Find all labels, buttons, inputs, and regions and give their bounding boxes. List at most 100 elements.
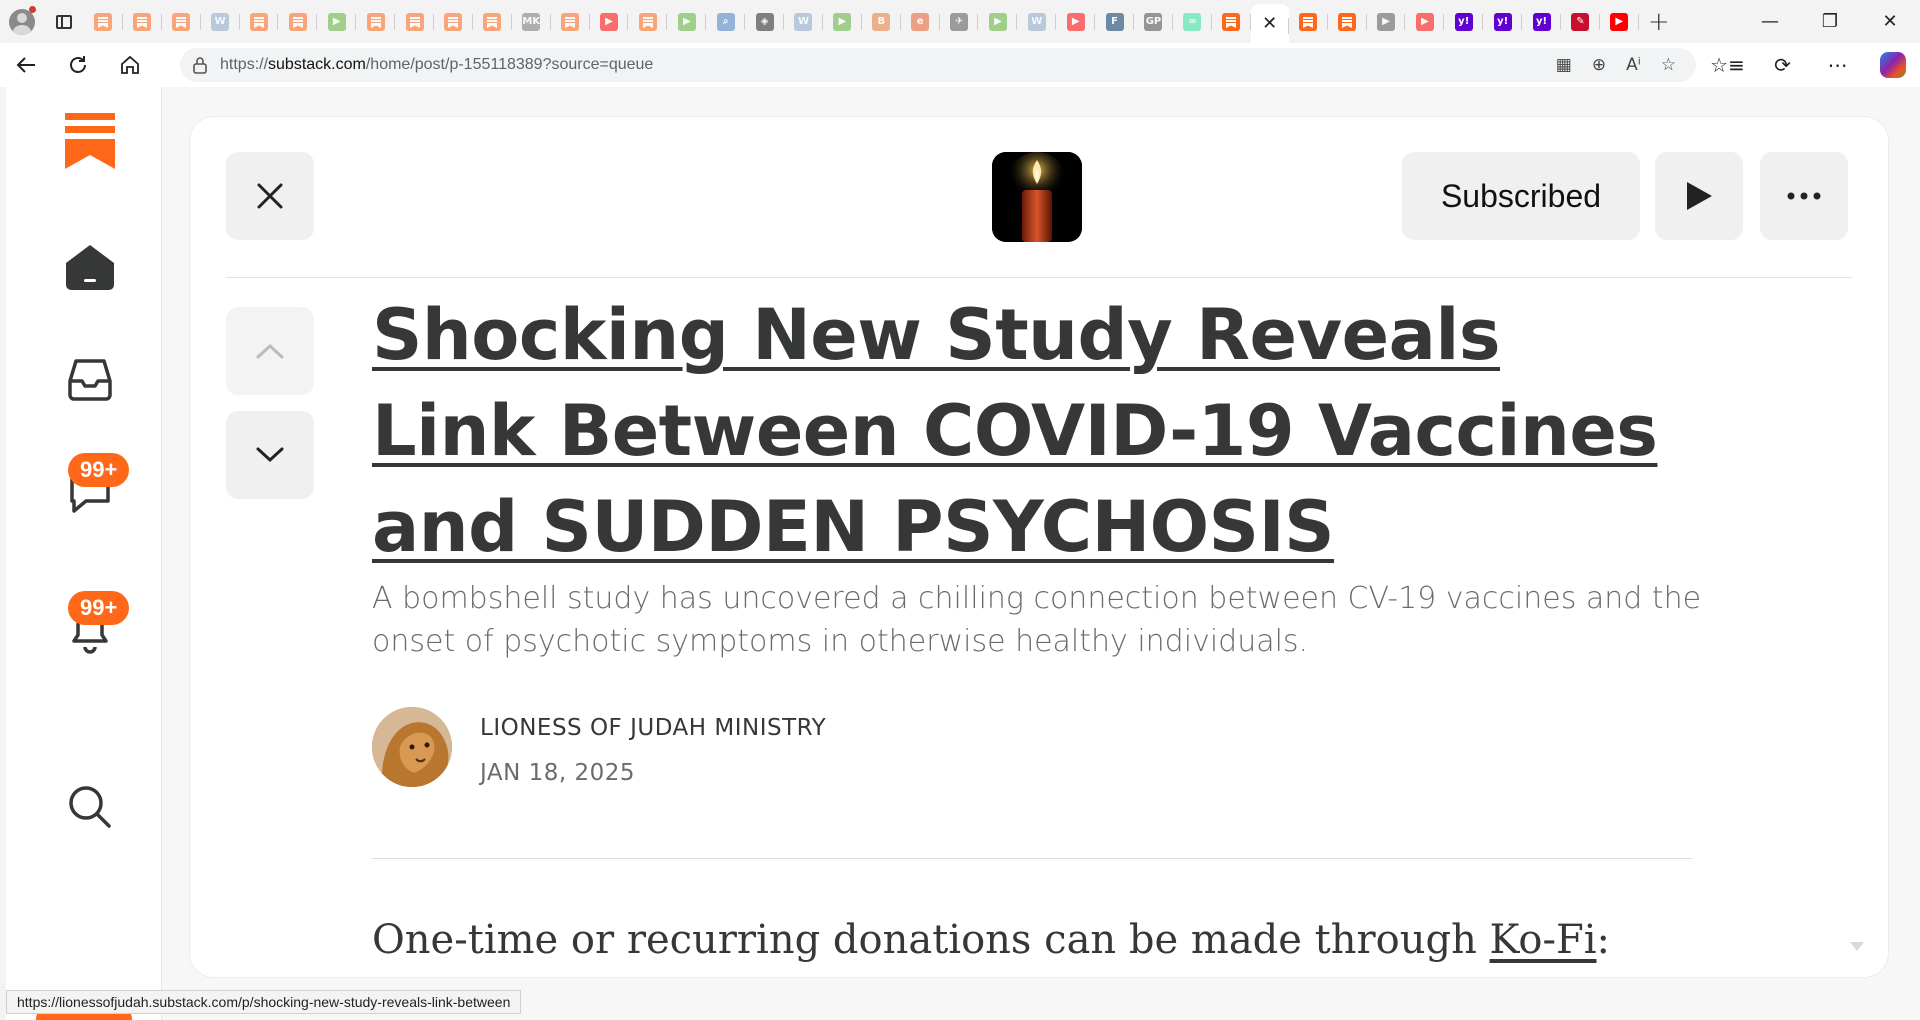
browser-tab[interactable] [1328, 0, 1367, 43]
address-bar[interactable]: https://substack.com/home/post/p-1551183… [180, 48, 1696, 82]
browser-tab[interactable]: W [784, 0, 823, 43]
header-divider [226, 277, 1852, 278]
substack-icon [483, 12, 502, 31]
tripadvisor-icon: ∞ [1183, 12, 1202, 31]
browser-tab[interactable]: B [862, 0, 901, 43]
browser-tab[interactable]: ▶ [1600, 0, 1639, 43]
browser-tab[interactable] [473, 0, 512, 43]
kofi-link[interactable]: Ko-Fi [1490, 917, 1597, 963]
close-window-button[interactable]: ✕ [1860, 0, 1920, 43]
subscribed-button[interactable]: Subscribed [1402, 152, 1640, 240]
zoom-icon[interactable]: ⊕ [1592, 55, 1606, 75]
rumble-icon: ▶ [833, 12, 852, 31]
substack-icon [1338, 12, 1357, 31]
tab-strip: W ▶ MK ▶ ▶ ⌕ ◈ W ▶ Be ✈ ▶ W ▶ F GP ∞ ✕ ▶ ▶ y! y! y! ✎ ▶ + — ❐ ✕ [0, 0, 1920, 43]
browser-tab[interactable]: MK [512, 0, 551, 43]
main-content: Subscribed Shocking New Study Reveals Li… [162, 87, 1920, 1020]
copilot-button[interactable] [1865, 52, 1920, 78]
more-menu-icon[interactable]: ⋯ [1810, 53, 1865, 77]
lioness-photo [372, 707, 452, 787]
close-tab-icon[interactable]: ✕ [1262, 13, 1277, 34]
new-tab-button[interactable]: + [1639, 0, 1679, 43]
browser-tab[interactable]: ✎ [1561, 0, 1600, 43]
navigation-bar: https://substack.com/home/post/p-1551183… [0, 43, 1920, 87]
substack-icon [133, 12, 152, 31]
favorites-icon[interactable]: ☆≡ [1700, 53, 1755, 77]
browser-tab[interactable]: y! [1444, 0, 1484, 43]
profile-avatar[interactable] [0, 0, 44, 43]
browser-tab[interactable]: ∞ [1173, 0, 1212, 43]
browser-tab[interactable]: ▶ [823, 0, 862, 43]
notifications-badge: 99+ [68, 591, 130, 625]
read-aloud-icon[interactable]: Aⁱ [1626, 55, 1641, 75]
pen-icon: ✎ [1571, 12, 1590, 31]
reload-icon [70, 56, 86, 73]
browser-tab[interactable]: ▶ [978, 0, 1018, 43]
home-nav-item[interactable] [56, 233, 124, 301]
browser-tab[interactable]: ✈ [940, 0, 979, 43]
browser-tab[interactable]: W [201, 0, 240, 43]
browser-tab-active[interactable]: ✕ [1250, 4, 1289, 43]
play-audio-button[interactable] [1655, 152, 1743, 240]
browser-tab[interactable]: W [1017, 0, 1057, 43]
browser-tab[interactable] [551, 0, 590, 43]
reload-button[interactable] [52, 43, 104, 87]
browser-tab[interactable]: ⌕ [706, 0, 746, 43]
chevron-down-icon [256, 447, 284, 463]
author-avatar[interactable] [372, 707, 452, 787]
author-name[interactable]: LIONESS OF JUDAH MINISTRY [480, 715, 826, 741]
browser-tab[interactable] [1289, 0, 1328, 43]
browser-tab[interactable] [162, 0, 201, 43]
favorite-star-icon[interactable]: ☆ [1661, 55, 1676, 75]
scroll-down-indicator[interactable] [1850, 942, 1864, 951]
publication-logo[interactable] [992, 152, 1082, 242]
home-button[interactable] [104, 43, 156, 87]
browser-tab[interactable]: e [901, 0, 940, 43]
more-options-button[interactable] [1760, 152, 1848, 240]
browser-tab[interactable] [628, 0, 668, 43]
browser-tab[interactable] [395, 0, 434, 43]
previous-post-button[interactable] [226, 307, 314, 395]
tab-actions-button[interactable] [44, 0, 84, 43]
gp-icon: GP [1144, 12, 1163, 31]
donation-paragraph: One-time or recurring donations can be m… [372, 917, 1610, 963]
substack-logo[interactable] [56, 107, 124, 175]
browser-tab[interactable] [123, 0, 162, 43]
wikipedia-icon: W [211, 12, 230, 31]
lock-icon[interactable] [180, 56, 220, 74]
next-post-button[interactable] [226, 411, 314, 499]
minimize-button[interactable]: — [1740, 0, 1800, 43]
substack-icon [172, 12, 191, 31]
fox-news-icon: F [1105, 12, 1124, 31]
browser-tab[interactable]: F [1095, 0, 1134, 43]
browser-tab[interactable]: y! [1483, 0, 1522, 43]
browser-tab[interactable]: y! [1522, 0, 1561, 43]
donation-colon: : [1596, 917, 1610, 963]
browser-tab[interactable] [1212, 0, 1251, 43]
url-text[interactable]: https://substack.com/home/post/p-1551183… [220, 56, 653, 74]
history-icon[interactable]: ⟳ [1755, 53, 1810, 77]
browser-tab[interactable]: ▶ [1056, 0, 1096, 43]
browser-tab[interactable] [240, 0, 279, 43]
browser-tab[interactable] [278, 0, 318, 43]
restore-button[interactable]: ❐ [1800, 0, 1860, 43]
browser-tab[interactable]: GP [1134, 0, 1173, 43]
app-available-icon[interactable]: ▦ [1556, 55, 1572, 75]
search-nav-item[interactable] [56, 773, 124, 841]
browser-tab[interactable]: ▶ [590, 0, 629, 43]
wikipedia-icon: W [794, 12, 813, 31]
substack-icon [366, 12, 385, 31]
browser-tab[interactable]: ▶ [317, 0, 357, 43]
close-reader-button[interactable] [226, 152, 314, 240]
post-title[interactable]: Shocking New Study Reveals Link Between … [372, 287, 1672, 575]
youtube-icon: ▶ [1415, 12, 1434, 31]
browser-tab[interactable] [356, 0, 396, 43]
inbox-nav-item[interactable] [56, 345, 124, 413]
browser-tab[interactable]: ▶ [1405, 0, 1445, 43]
browser-tab[interactable]: ▶ [1367, 0, 1406, 43]
back-button[interactable] [0, 43, 52, 87]
browser-tab[interactable]: ◈ [745, 0, 784, 43]
browser-tab[interactable] [84, 0, 123, 43]
browser-tab[interactable] [434, 0, 473, 43]
browser-tab[interactable]: ▶ [667, 0, 707, 43]
